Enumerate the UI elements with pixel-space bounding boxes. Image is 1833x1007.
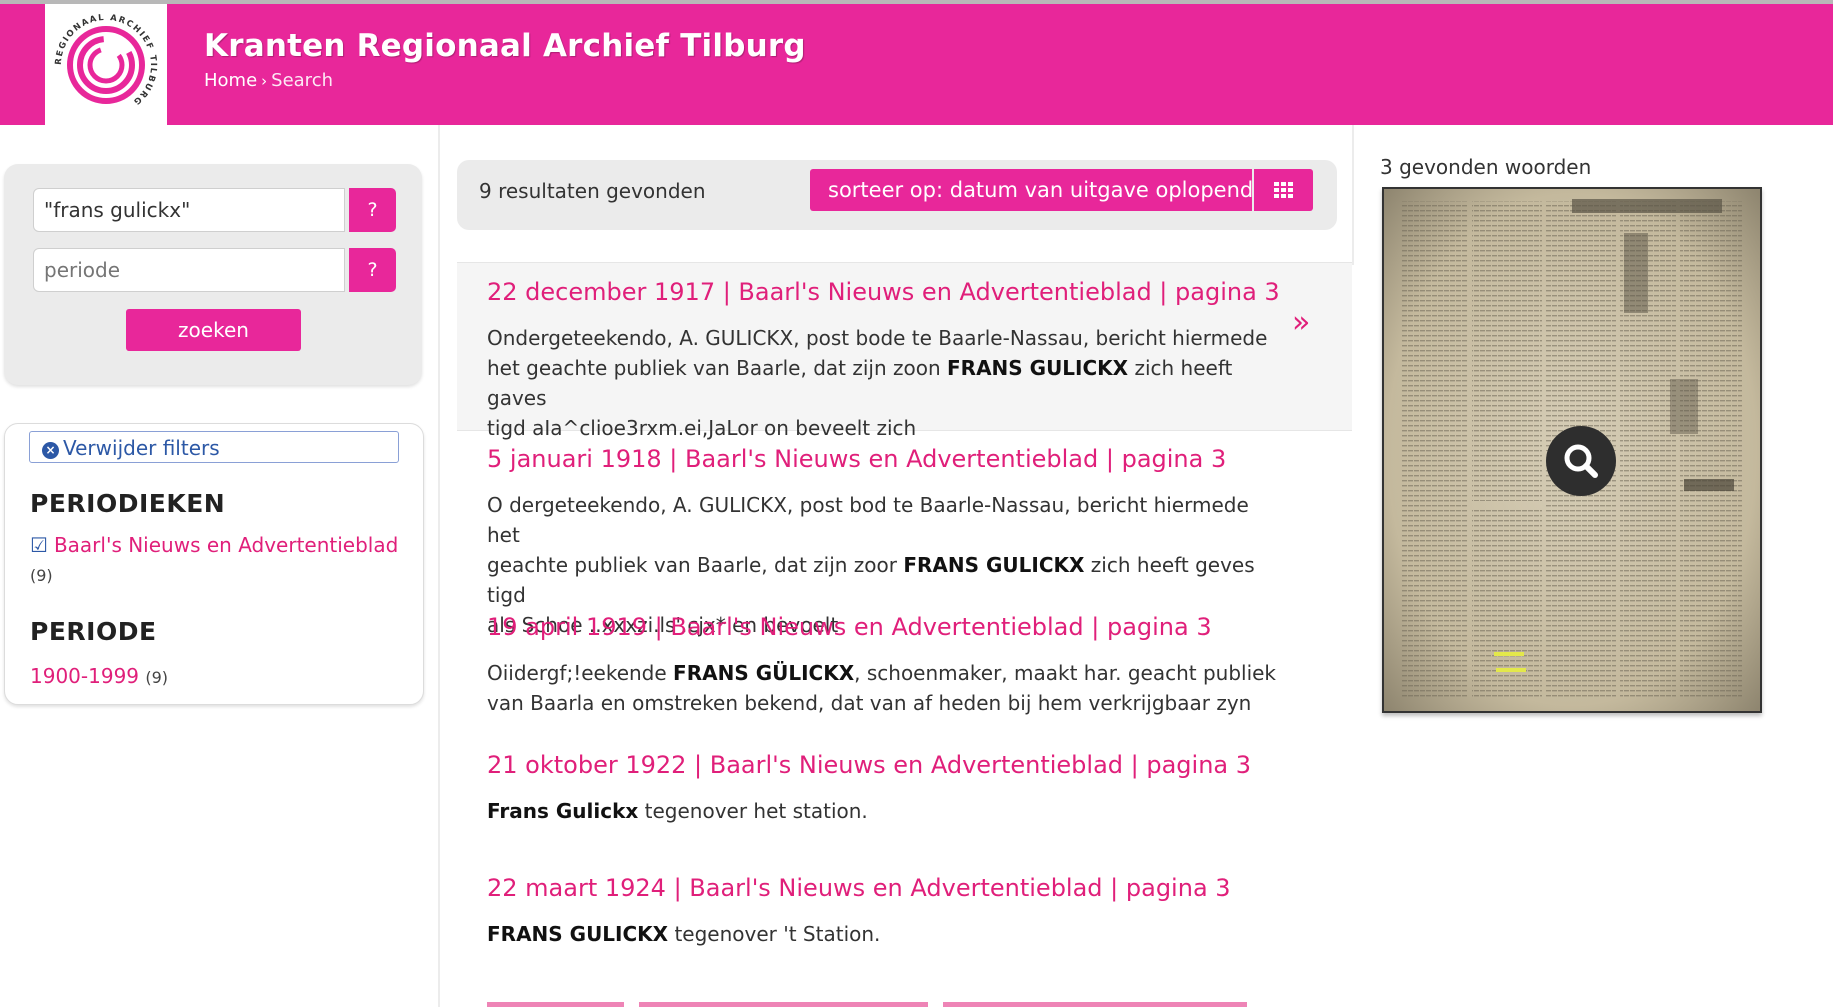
- grid-view-button[interactable]: [1254, 169, 1313, 211]
- snippet-line: Frans Gulickx tegenover het station.: [487, 799, 868, 823]
- result-title-link[interactable]: 22 maart 1924 | Baarl's Nieuws en Advert…: [487, 874, 1231, 902]
- snippet-line: Ondergeteekendo, A. GULICKX, post bode t…: [487, 326, 1268, 350]
- breadcrumb: Home › Search: [204, 70, 333, 91]
- archive-logo[interactable]: REGIONAAL ARCHIEF TILBURG: [45, 4, 167, 125]
- column-divider: [1352, 125, 1354, 265]
- query-input[interactable]: [33, 188, 345, 232]
- periode-field-group: ?: [33, 248, 396, 294]
- snippet-line: van Baarla en omstreken bekend, dat van …: [487, 691, 1252, 715]
- result-item[interactable]: 21 oktober 1922 | Baarl's Nieuws en Adve…: [457, 746, 1352, 846]
- highlighted-term: FRANS GULICKX: [903, 553, 1085, 577]
- highlighted-term: Frans Gulickx: [487, 799, 639, 823]
- highlighted-term: FRANS GULICKX: [947, 356, 1129, 380]
- result-title-link[interactable]: 19 april 1919 | Baarl's Nieuws en Advert…: [487, 613, 1212, 641]
- snippet-line: geachte publiek van Baarle, dat zijn zoo…: [487, 553, 1255, 607]
- magnifier-icon: [1564, 444, 1598, 478]
- facet-item-baarls-nieuws[interactable]: ☑ Baarl's Nieuws en Advertentieblad: [30, 533, 398, 557]
- periode-help-button[interactable]: ?: [349, 248, 396, 292]
- snippet-line: FRANS GULICKX tegenover 't Station.: [487, 922, 881, 946]
- grid-icon: [1274, 182, 1293, 199]
- chevron-right-icon: ›: [261, 72, 268, 90]
- search-button[interactable]: zoeken: [126, 309, 301, 351]
- result-snippet: FRANS GULICKX tegenover 't Station.: [487, 919, 1277, 949]
- breadcrumb-current: Search: [271, 70, 333, 91]
- results-count: 9 resultaten gevonden: [479, 179, 706, 203]
- sort-label: sorteer op: datum van uitgave oplopend: [828, 178, 1254, 202]
- result-item[interactable]: 19 april 1919 | Baarl's Nieuws en Advert…: [457, 608, 1352, 728]
- result-snippet: Frans Gulickx tegenover het station.: [487, 796, 1277, 826]
- snippet-line: tigd aIa^clioe3rxm.ei,JaLor on beveelt z…: [487, 416, 917, 440]
- result-title-link[interactable]: 5 januari 1918 | Baarl's Nieuws en Adver…: [487, 445, 1226, 473]
- periodieken-heading: PERIODIEKEN: [30, 489, 226, 518]
- remove-filters-button[interactable]: × Verwijder filters: [29, 431, 399, 463]
- query-field-group: ?: [33, 188, 396, 234]
- remove-filters-label: Verwijder filters: [63, 436, 220, 460]
- result-item-partial[interactable]: [487, 996, 1247, 1007]
- zoom-button[interactable]: [1546, 426, 1616, 496]
- snippet-line: O dergeteekendo, A. GULICKX, post bod te…: [487, 493, 1249, 547]
- result-item[interactable]: 22 december 1917 | Baarl's Nieuws en Adv…: [457, 262, 1352, 440]
- periode-heading: PERIODE: [30, 617, 157, 646]
- highlighted-term: FRANS GULICKX: [487, 922, 669, 946]
- double-chevron-right-icon[interactable]: »: [1292, 305, 1310, 340]
- column-divider: [438, 125, 440, 1007]
- snippet-line: het geachte publiek van Baarle, dat zijn…: [487, 356, 1233, 410]
- search-panel: ? ?: [4, 164, 422, 385]
- result-title-link[interactable]: 21 oktober 1922 | Baarl's Nieuws en Adve…: [487, 751, 1251, 779]
- result-item[interactable]: 22 maart 1924 | Baarl's Nieuws en Advert…: [457, 869, 1352, 969]
- results-toolbar: 9 resultaten gevonden sorteer op: datum …: [457, 160, 1337, 230]
- snippet-line: Oiidergf;!eekende FRANS GÜLICKX, schoenm…: [487, 661, 1277, 685]
- query-help-button[interactable]: ?: [349, 188, 396, 232]
- highlighted-term: FRANS GÜLICKX: [673, 661, 855, 685]
- breadcrumb-home-link[interactable]: Home: [204, 70, 257, 91]
- facet-item-count: (9): [30, 566, 53, 585]
- facet-item-label: Baarl's Nieuws en Advertentieblad: [53, 533, 399, 557]
- result-item[interactable]: 5 januari 1918 | Baarl's Nieuws en Adver…: [457, 440, 1352, 637]
- site-title: Kranten Regionaal Archief Tilburg: [204, 28, 806, 64]
- close-circle-icon: ×: [42, 442, 59, 459]
- filter-panel: × Verwijder filters PERIODIEKEN ☑ Baarl's …: [4, 423, 424, 705]
- facet-period-label: 1900-1999: [30, 664, 140, 688]
- checkbox-checked-icon: ☑: [30, 533, 48, 557]
- periode-input[interactable]: [33, 248, 345, 292]
- found-words-label: 3 gevonden woorden: [1380, 155, 1592, 179]
- facet-period-count: (9): [145, 668, 169, 687]
- sort-dropdown[interactable]: sorteer op: datum van uitgave oplopend: [810, 169, 1269, 211]
- facet-item-period[interactable]: 1900-1999 (9): [30, 664, 168, 688]
- site-header: REGIONAAL ARCHIEF TILBURG Kranten Region…: [0, 4, 1833, 125]
- result-snippet: Ondergeteekendo, A. GULICKX, post bode t…: [487, 323, 1277, 443]
- logo-emblem-icon: REGIONAAL ARCHIEF TILBURG: [52, 11, 160, 119]
- result-snippet: Oiidergf;!eekende FRANS GÜLICKX, schoenm…: [487, 658, 1277, 718]
- result-title-link[interactable]: 22 december 1917 | Baarl's Nieuws en Adv…: [487, 278, 1280, 306]
